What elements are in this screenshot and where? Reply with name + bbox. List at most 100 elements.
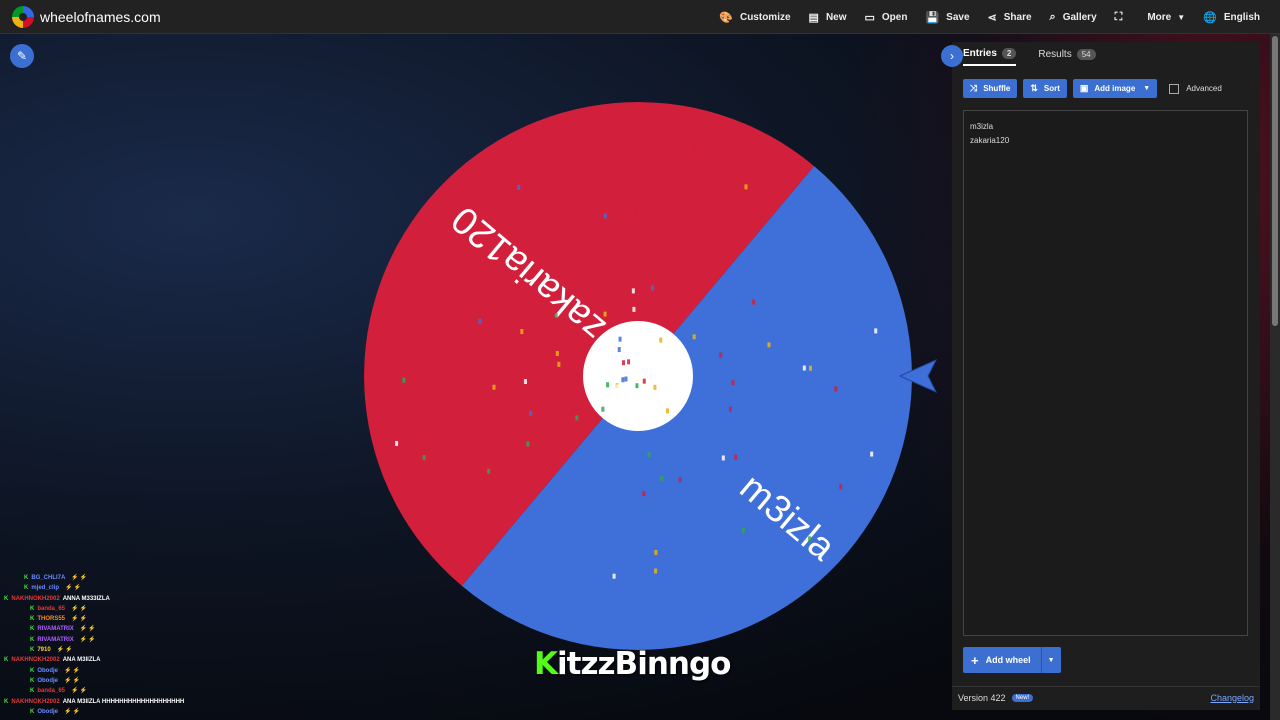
chat-message: ANNA M333IZLA (62, 595, 110, 602)
changelog-link[interactable]: Changelog (1210, 693, 1254, 703)
nav-more-button[interactable]: More ▼ (1147, 12, 1185, 23)
add-image-label: Add image (1094, 84, 1136, 93)
confetti-piece (625, 391, 629, 397)
wheel-pointer-icon (898, 358, 938, 394)
confetti-piece (523, 379, 527, 385)
chat-line: K NAKHNOKH2002 ANA M3IIZLA HHHHHHHHHHHHHHH… (4, 697, 187, 707)
chevron-right-icon: › (950, 49, 954, 63)
confetti-piece (728, 406, 732, 412)
shuffle-button[interactable]: ⤨ Shuffle (963, 79, 1018, 98)
chat-emote-icon: ⚡⚡ (65, 585, 82, 592)
confetti-piece (719, 352, 723, 358)
confetti-piece (632, 306, 636, 312)
chat-emote-icon: ⚡⚡ (79, 636, 97, 643)
confetti-piece (631, 288, 635, 294)
confetti-piece (647, 452, 651, 458)
results-count-badge: 54 (1076, 49, 1096, 60)
confetti-piece (616, 384, 620, 390)
shuffle-icon: ⤨ (970, 83, 978, 93)
nav-label: Save (946, 11, 970, 23)
confetti-piece (678, 477, 682, 483)
nav-fullscreen-button[interactable]: ⛶ (1115, 11, 1130, 24)
add-wheel-dropdown-button[interactable]: ▼ (1040, 647, 1061, 673)
stream-chat-overlay: K BG_CHLI7A ⚡⚡ Kmjed_clip ⚡⚡ K NAKHNOKH2002 ANN… (4, 573, 187, 717)
confetti-piece (849, 491, 853, 497)
kick-badge-icon: K (30, 605, 35, 612)
confetti-piece (874, 328, 878, 334)
entries-textarea[interactable]: m3izla zakaria120 (963, 110, 1248, 636)
tab-results[interactable]: Results 54 (1038, 48, 1096, 66)
confetti-piece (517, 184, 521, 190)
confetti-piece (606, 382, 610, 388)
fullscreen-icon: ⛶ (1114, 10, 1123, 23)
sort-icon: ⇅ (1030, 83, 1038, 93)
entries-toolbar: ⤨ Shuffle ⇅ Sort ▣ Add image ▼ Advanced (963, 79, 1222, 98)
scrollbar-thumb[interactable] (1272, 36, 1278, 326)
edit-pencil-button[interactable]: ✎ (10, 44, 34, 68)
pencil-icon: ✎ (16, 49, 28, 63)
chat-emote-icon: ⚡⚡ (64, 667, 81, 674)
chat-emote-icon: ⚡⚡ (71, 688, 88, 695)
confetti-piece (729, 294, 733, 300)
nav-save-button[interactable]: 💾 Save (925, 11, 969, 24)
chat-message: ANA M3IIZLA HHHHHHHHHHHHHHHHHHH (62, 698, 185, 705)
confetti-piece (492, 384, 496, 390)
confetti-piece (546, 412, 550, 418)
confetti-piece (555, 350, 559, 356)
confetti-piece (767, 342, 771, 348)
sort-button[interactable]: ⇅ Sort (1023, 79, 1067, 98)
confetti-piece (617, 347, 621, 353)
confetti-piece (601, 406, 605, 412)
checkbox-box[interactable] (1169, 83, 1180, 94)
nav-label: English (1223, 11, 1260, 23)
chat-line: K 7910 ⚡⚡ (4, 645, 187, 655)
confetti-piece (554, 313, 558, 319)
confetti-piece (808, 365, 812, 371)
tab-entries[interactable]: Entries 2 (963, 48, 1017, 66)
page-scrollbar[interactable] (1270, 34, 1280, 720)
save-icon: 💾 (925, 11, 940, 24)
confetti-piece (642, 378, 646, 384)
nav-share-button[interactable]: ⋖ Share (988, 11, 1032, 24)
nav-customize-button[interactable]: 🎨 Customize (719, 11, 790, 24)
confetti-piece (753, 365, 757, 371)
confetti-piece (627, 359, 631, 365)
confetti-piece (478, 318, 482, 324)
confetti-piece (734, 454, 738, 460)
add-wheel-button[interactable]: + Add wheel (963, 647, 1041, 673)
advanced-checkbox[interactable]: Advanced (1169, 83, 1222, 94)
confetti-piece (603, 311, 607, 317)
nav-new-button[interactable]: ▤ New (809, 11, 847, 24)
confetti-piece (721, 388, 725, 394)
wheel-graphic[interactable]: zakaria120m3izla (362, 100, 914, 652)
watermark-text: itzzBinngo (557, 646, 731, 682)
brand[interactable]: wheelofnames.com (12, 5, 161, 28)
streamer-watermark: KitzzBinngo (534, 646, 731, 682)
chat-username: Obodje (37, 667, 59, 674)
nav-label: More (1147, 11, 1172, 23)
chevron-down-icon: ▼ (1143, 85, 1151, 92)
wheel-center-button[interactable] (583, 321, 693, 431)
kick-badge-icon: K (30, 677, 35, 684)
chevron-down-icon: ▼ (1047, 656, 1055, 664)
confetti-piece (653, 384, 657, 390)
kick-badge-icon: K (30, 688, 35, 695)
advanced-label: Advanced (1186, 84, 1222, 93)
chat-username: NAKHNOKH2002 (11, 657, 60, 664)
watermark-k: K (534, 646, 558, 682)
nav-english-button[interactable]: 🌐 English (1203, 11, 1260, 24)
chat-username: RIVAMATRIX (37, 626, 74, 633)
nav-menu: 🎨 Customize ▤ New ▭ Open 💾 Save ⋖ Share ⌕ Gallery ⛶ M… (701, 0, 1260, 34)
collapse-panel-button[interactable]: › (941, 45, 963, 67)
version-text: Version 422 (958, 692, 1006, 703)
chat-line: K RIVAMATRIX ⚡⚡ (4, 635, 187, 645)
globe-icon: 🌐 (1203, 11, 1217, 24)
confetti-piece (659, 337, 663, 343)
confetti-piece (744, 184, 748, 190)
confetti-piece (660, 475, 664, 481)
add-image-button[interactable]: ▣ Add image ▼ (1072, 79, 1158, 98)
confetti-piece (654, 549, 658, 555)
wheel[interactable]: zakaria120 m3izla (362, 100, 914, 652)
nav-open-button[interactable]: ▭ Open (865, 11, 908, 24)
nav-gallery-button[interactable]: ⌕ Gallery (1050, 11, 1097, 24)
